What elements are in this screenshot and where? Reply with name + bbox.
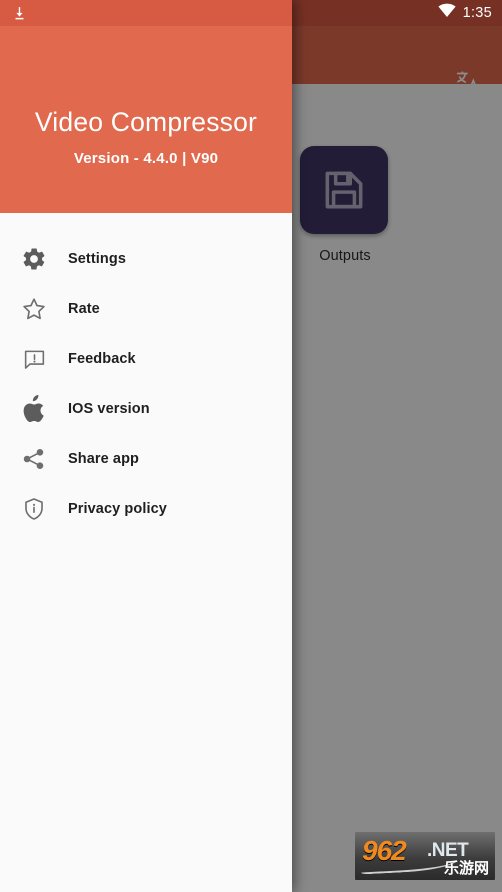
- navigation-drawer: Video Compressor Version - 4.4.0 | V90 S…: [0, 0, 292, 892]
- menu-item-label: Rate: [68, 301, 100, 317]
- menu-item-label: Settings: [68, 251, 126, 267]
- menu-item-feedback[interactable]: Feedback: [0, 334, 292, 384]
- menu-item-label: Share app: [68, 451, 140, 467]
- apple-icon: [0, 395, 68, 423]
- watermark-chinese-text: 乐游网: [443, 860, 489, 877]
- drawer-status-bar-background: [0, 0, 292, 26]
- phone-screen: Outputs Video Compressor Version - 4.4.0…: [0, 0, 502, 892]
- app-version: Version - 4.4.0 | V90: [73, 150, 219, 167]
- drawer-menu-list: Settings Rate Feedback IOS version Share…: [0, 213, 292, 534]
- feedback-chat-icon: [0, 347, 68, 372]
- app-title: Video Compressor: [34, 107, 258, 137]
- menu-item-ios-version[interactable]: IOS version: [0, 384, 292, 434]
- gear-icon: [0, 246, 68, 272]
- menu-item-rate[interactable]: Rate: [0, 284, 292, 334]
- menu-item-share-app[interactable]: Share app: [0, 434, 292, 484]
- menu-item-label: IOS version: [68, 401, 150, 417]
- share-icon: [0, 446, 68, 472]
- menu-item-privacy-policy[interactable]: Privacy policy: [0, 484, 292, 534]
- star-outline-icon: [0, 295, 68, 323]
- menu-item-settings[interactable]: Settings: [0, 234, 292, 284]
- menu-item-label: Feedback: [68, 351, 136, 367]
- drawer-header: Video Compressor Version - 4.4.0 | V90: [0, 26, 292, 213]
- menu-item-label: Privacy policy: [68, 501, 167, 517]
- shield-info-icon: [0, 496, 68, 522]
- watermark-logo: 962 .NET 乐游网: [354, 831, 496, 881]
